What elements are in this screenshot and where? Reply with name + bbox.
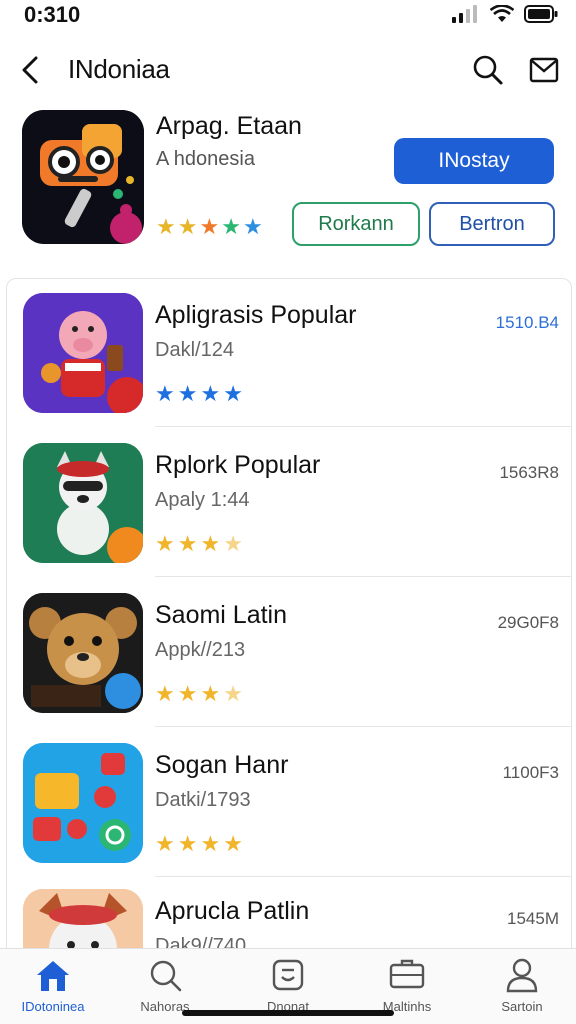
page-title: INdoniaa	[68, 54, 170, 84]
apps-icon	[272, 959, 304, 991]
app-title: Saomi Latin	[155, 601, 288, 629]
search-icon	[150, 960, 182, 992]
app-title: Rplork Popular	[155, 451, 321, 479]
app-title: Aprucla Patlin	[155, 897, 310, 925]
app-list: Apligrasis Popular Dakl/124 ★ ★ ★ ★ 1510…	[6, 278, 572, 958]
list-item[interactable]: Saomi Latin Appk//213 ★ ★ ★ ★ 29G0F8	[7, 579, 571, 727]
star-icon: ★	[155, 681, 175, 706]
star-icon: ★	[155, 381, 175, 406]
star-icon: ★	[177, 214, 198, 239]
home-indicator	[182, 1010, 394, 1016]
star-icon: ★	[177, 381, 198, 406]
dog-character-icon	[23, 443, 143, 563]
star-icon: ★	[155, 831, 175, 856]
app-rating: ★ ★ ★ ★	[155, 831, 243, 857]
star-icon: ★	[177, 531, 198, 556]
app-rating: ★ ★ ★ ★	[155, 531, 243, 557]
featured-app-icon[interactable]	[22, 110, 144, 244]
secondary-button[interactable]: Rorkann	[292, 202, 420, 246]
star-icon: ★	[177, 831, 198, 856]
star-icon: ★	[156, 214, 176, 239]
tab-label: IDotoninea	[21, 999, 85, 1014]
app-icon	[23, 443, 143, 563]
search-button[interactable]	[468, 50, 508, 90]
app-size: 1510.B4	[495, 313, 559, 332]
app-size: 1545M	[507, 909, 559, 928]
star-icon: ★	[221, 214, 241, 239]
wifi-icon	[490, 5, 514, 22]
app-title: Sogan Hanr	[155, 751, 289, 779]
robot-icon	[22, 110, 144, 244]
star-icon: ★	[200, 831, 221, 856]
nav-bar: INdoniaa	[0, 42, 576, 98]
star-icon: ★	[223, 831, 243, 856]
featured-app-subtitle: A hdonesia	[156, 148, 255, 170]
tab-profile[interactable]: Sartoin	[467, 957, 576, 1021]
app-subtitle: Dakl/124	[155, 339, 234, 361]
person-icon	[506, 958, 538, 993]
half-star-icon: ★	[223, 681, 243, 706]
half-star-icon: ★	[223, 531, 243, 556]
star-icon: ★	[200, 681, 221, 706]
install-button[interactable]: INostay	[394, 138, 554, 184]
app-icon	[23, 743, 143, 863]
featured-app: Arpag. Etaan A hdonesia ★ ★ ★ ★ ★ INosta…	[0, 104, 576, 254]
home-icon	[37, 961, 69, 991]
inbox-icon	[389, 959, 425, 989]
back-button[interactable]	[14, 50, 46, 90]
star-icon: ★	[199, 214, 220, 239]
bear-character-icon	[23, 593, 143, 713]
star-icon: ★	[223, 381, 243, 406]
app-icon	[23, 293, 143, 413]
status-time: 0:310	[24, 2, 81, 27]
app-subtitle: Appk//213	[155, 639, 246, 661]
tertiary-button[interactable]: Bertron	[429, 202, 555, 246]
list-item[interactable]: Sogan Hanr Datki/1793 ★ ★ ★ ★ 1100F3	[7, 729, 571, 877]
divider	[155, 576, 571, 577]
star-icon: ★	[155, 531, 175, 556]
divider	[155, 726, 571, 727]
star-icon: ★	[200, 531, 221, 556]
featured-app-title: Arpag. Etaan	[156, 112, 302, 140]
search-icon	[473, 55, 503, 85]
app-size: 1563R8	[499, 463, 559, 482]
pig-character-icon	[23, 293, 143, 413]
app-subtitle: Apaly 1:44	[155, 489, 250, 511]
star-icon: ★	[177, 681, 198, 706]
app-icon	[23, 593, 143, 713]
app-title: Apligrasis Popular	[155, 301, 357, 329]
star-icon: ★	[242, 214, 263, 239]
tab-home[interactable]: IDotoninea	[0, 957, 108, 1021]
chevron-left-icon	[22, 56, 38, 84]
star-icon: ★	[200, 381, 221, 406]
signal-icon	[452, 5, 477, 23]
app-size: 29G0F8	[497, 613, 559, 632]
numbers-game-icon	[23, 743, 143, 863]
app-rating: ★ ★ ★ ★	[155, 681, 243, 707]
divider	[155, 426, 571, 427]
featured-rating: ★ ★ ★ ★ ★	[156, 214, 263, 240]
battery-icon	[524, 5, 558, 23]
list-item[interactable]: Rplork Popular Apaly 1:44 ★ ★ ★ ★ 1563R8	[7, 429, 571, 577]
mail-button[interactable]	[524, 50, 564, 90]
mail-icon	[529, 57, 559, 83]
status-bar: 0:310	[0, 0, 576, 30]
list-item[interactable]: Apligrasis Popular Dakl/124 ★ ★ ★ ★ 1510…	[7, 279, 571, 427]
app-subtitle: Datki/1793	[155, 789, 251, 811]
tab-label: Sartoin	[501, 999, 543, 1014]
list-item[interactable]: Aprucla Patlin Dak9//740 1545M	[7, 875, 571, 957]
app-size: 1100F3	[502, 763, 559, 782]
app-rating: ★ ★ ★ ★	[155, 381, 243, 407]
status-icons	[452, 5, 558, 23]
